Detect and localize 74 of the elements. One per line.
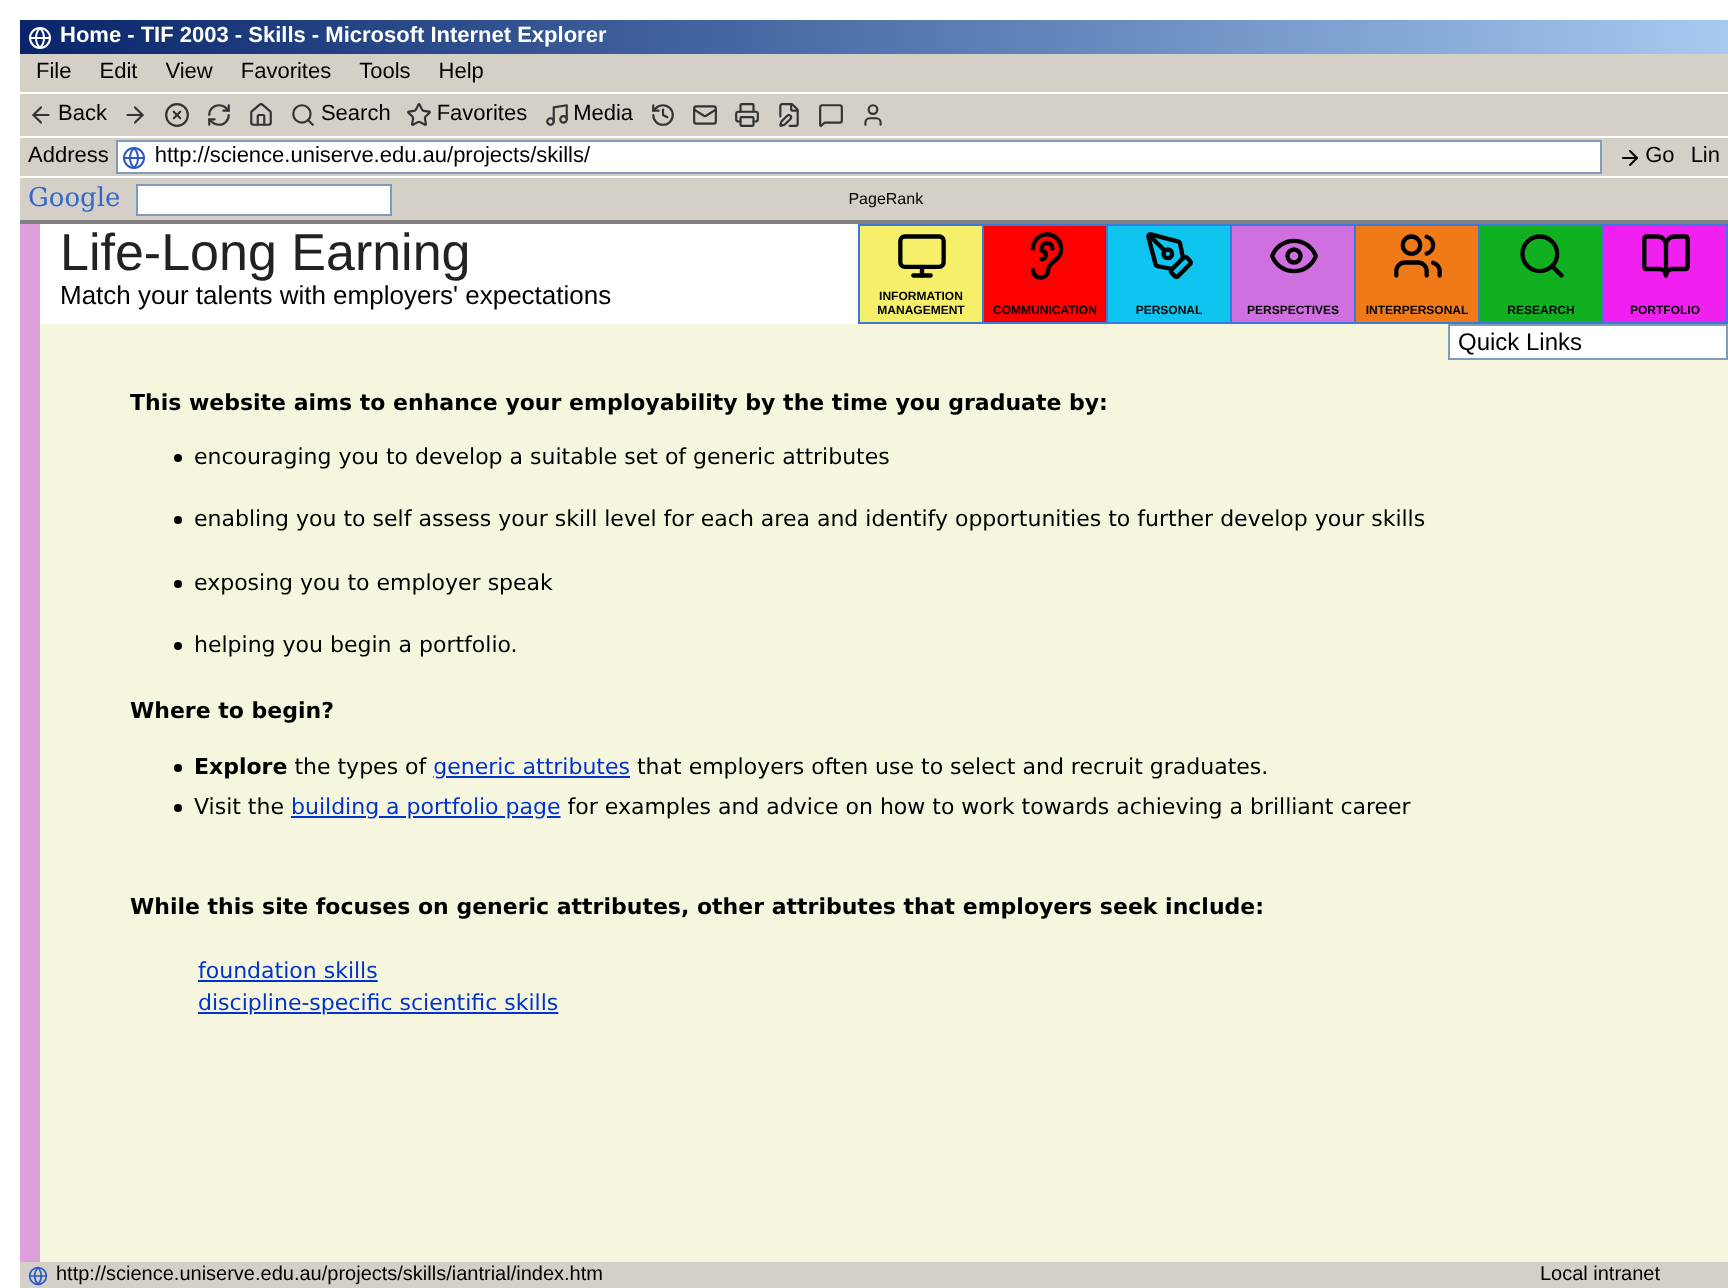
bullet-text: encouraging you to develop a suitable set of generic attributes xyxy=(194,441,890,473)
printer-icon xyxy=(733,102,760,128)
bullet-text: Visit the building a portfolio page for examples and advice on how to work towards achieving a brilliant career xyxy=(194,791,1411,823)
begin-heading: Where to begin? xyxy=(130,695,336,727)
magnifier-icon xyxy=(1515,230,1567,282)
bullet-icon xyxy=(174,453,182,462)
toolbar-button[interactable] xyxy=(164,102,191,128)
toolbar-button[interactable] xyxy=(691,102,718,128)
status-url: http://science.uniserve.edu.au/projects/skills/iantrial/index.htm xyxy=(56,1263,605,1287)
toolbar-button[interactable] xyxy=(248,102,275,128)
search-icon xyxy=(290,102,317,128)
star-icon xyxy=(406,102,433,128)
toolbar-button[interactable]: Media xyxy=(543,98,634,132)
menu-item[interactable]: Help xyxy=(438,56,484,90)
toolbar-button[interactable] xyxy=(206,102,233,128)
stop-icon xyxy=(164,102,191,128)
mail-icon xyxy=(691,102,718,128)
browser-icon xyxy=(28,25,52,49)
people-icon xyxy=(1391,230,1443,282)
toolbar-button[interactable] xyxy=(649,102,676,128)
address-field[interactable]: http://science.uniserve.edu.au/projects/skills/ xyxy=(116,140,1602,174)
window-title: Home - TIF 2003 - Skills - Microsoft Internet Explorer xyxy=(60,22,607,53)
toolbar-button[interactable]: Back xyxy=(28,98,107,132)
pen-icon xyxy=(1143,230,1195,282)
bullet-text: exposing you to employer speak xyxy=(194,567,553,599)
text-link[interactable]: foundation skills xyxy=(198,955,378,988)
bullet-text: helping you begin a portfolio. xyxy=(194,630,518,662)
quick-links-select[interactable]: Quick Links xyxy=(1448,324,1728,360)
book-icon xyxy=(1639,230,1691,282)
menu-item[interactable]: Tools xyxy=(359,56,411,90)
bullet-icon xyxy=(174,764,182,773)
toolbar-button[interactable] xyxy=(859,102,886,128)
document-icon xyxy=(775,102,802,128)
toolbar-button[interactable] xyxy=(817,102,844,128)
music-icon xyxy=(543,102,570,128)
refresh-icon xyxy=(206,102,233,128)
text-link[interactable]: generic attributes xyxy=(433,754,630,780)
page-icon xyxy=(28,1265,48,1285)
google-search-field[interactable] xyxy=(136,183,393,215)
menu-item[interactable]: Favorites xyxy=(240,56,332,90)
intro-heading: This website aims to enhance your employability by the time you graduate by: xyxy=(130,388,1110,420)
person-icon xyxy=(859,102,886,128)
menu-item[interactable]: File xyxy=(36,56,72,90)
bullet-text: Explore the types of generic attributes that employers often use to select and recruit graduates. xyxy=(194,752,1269,784)
toolbar-button[interactable] xyxy=(775,102,802,128)
toolbar-button[interactable]: Favorites xyxy=(406,98,528,132)
toolbar-button[interactable] xyxy=(733,102,760,128)
pagerank-label: PageRank xyxy=(848,187,924,211)
address-label: Address xyxy=(28,142,109,173)
bullet-icon xyxy=(174,579,182,588)
bullet-text: enabling you to self assess your skill level for each area and identify opportunities to further develop your skills xyxy=(194,504,1426,536)
site-subtitle: Match your talents with employers' expectations xyxy=(60,280,614,310)
text-link[interactable]: discipline-specific scientific skills xyxy=(198,988,559,1021)
go-arrow-icon xyxy=(1617,145,1642,169)
bullet-icon xyxy=(174,516,182,525)
menu-item[interactable]: View xyxy=(165,56,213,90)
site-title: Life-Long Earning xyxy=(60,224,473,280)
zone-label: Local intranet xyxy=(1539,1263,1662,1287)
bullet-icon xyxy=(174,642,182,651)
page-icon xyxy=(122,145,147,169)
links-label[interactable]: Lin xyxy=(1690,140,1720,174)
back-icon xyxy=(28,102,54,128)
go-button[interactable]: Go xyxy=(1609,140,1683,174)
other-heading: While this site focuses on generic attributes, other attributes that employers seek include: xyxy=(130,892,1267,924)
chat-icon xyxy=(817,102,844,128)
bullet-icon xyxy=(174,803,182,812)
history-icon xyxy=(649,102,676,128)
forward-icon xyxy=(122,102,149,128)
home-icon xyxy=(248,102,275,128)
menu-item[interactable]: Edit xyxy=(99,56,138,90)
text-link[interactable]: building a portfolio page xyxy=(291,793,561,819)
toolbar-button[interactable] xyxy=(122,102,149,128)
toolbar-button[interactable]: Search xyxy=(290,98,391,132)
monitor-icon xyxy=(895,230,947,282)
